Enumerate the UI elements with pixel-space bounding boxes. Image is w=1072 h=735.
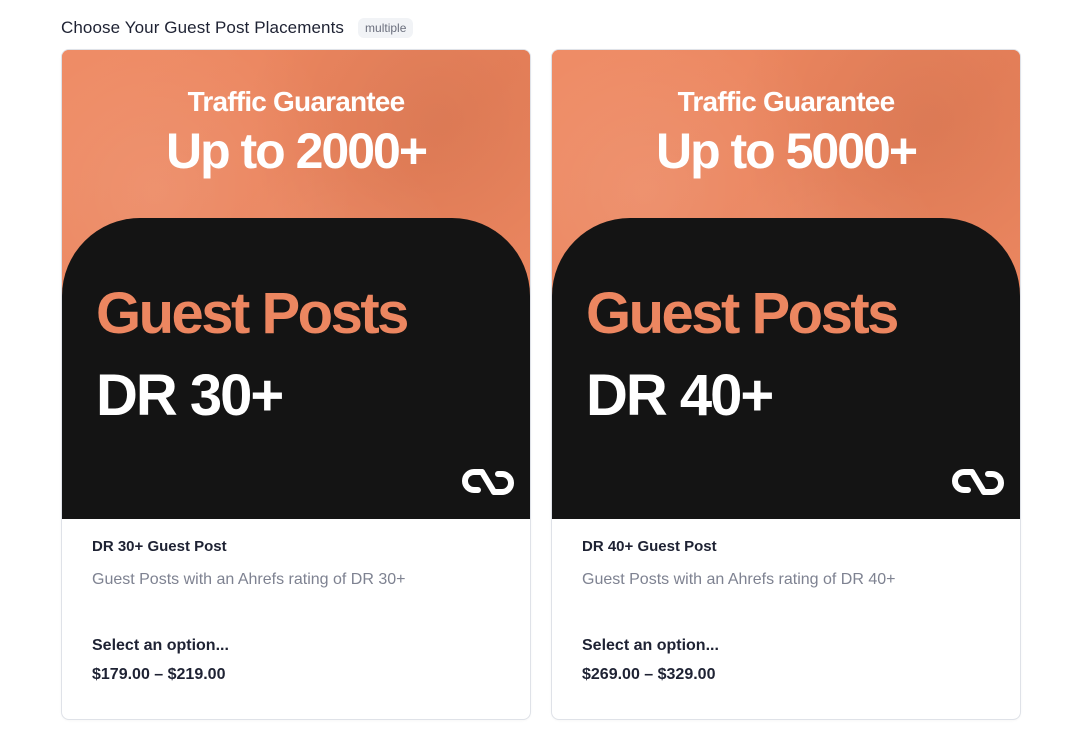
- product-image[interactable]: Traffic Guarantee Up to 5000+ Guest Post…: [552, 50, 1020, 519]
- product-card-dr40[interactable]: Traffic Guarantee Up to 5000+ Guest Post…: [551, 49, 1021, 720]
- product-title[interactable]: DR 30+ Guest Post: [92, 538, 227, 555]
- product-description: Guest Posts with an Ahrefs rating of DR …: [582, 571, 896, 588]
- traffic-value: Up to 2000+: [165, 123, 428, 179]
- section-title: Choose Your Guest Post Placements: [61, 18, 345, 37]
- product-description: Guest Posts with an Ahrefs rating of DR …: [92, 571, 406, 588]
- banner-headline: Guest Posts: [586, 281, 899, 346]
- banner-dr-label: DR 40+: [586, 363, 774, 428]
- price-range: $269.00 – $329.00: [582, 666, 716, 683]
- select-option-link[interactable]: Select an option...: [92, 637, 229, 655]
- banner-headline: Guest Posts: [96, 281, 409, 346]
- traffic-value: Up to 5000+: [655, 123, 918, 179]
- section-header: Choose Your Guest Post Placements multip…: [61, 18, 414, 38]
- product-title[interactable]: DR 40+ Guest Post: [582, 538, 717, 555]
- link-icon: [952, 469, 1004, 495]
- card-body: DR 40+ Guest Post Guest Posts with an Ah…: [552, 519, 1020, 719]
- traffic-label: Traffic Guarantee: [187, 86, 406, 117]
- traffic-label: Traffic Guarantee: [677, 86, 896, 117]
- card-body: DR 30+ Guest Post Guest Posts with an Ah…: [62, 519, 530, 719]
- link-icon: [462, 469, 514, 495]
- product-image[interactable]: Traffic Guarantee Up to 2000+ Guest Post…: [62, 50, 530, 519]
- banner-dr-label: DR 30+: [96, 363, 284, 428]
- select-option-link[interactable]: Select an option...: [582, 637, 719, 655]
- product-card-dr30[interactable]: Traffic Guarantee Up to 2000+ Guest Post…: [61, 49, 531, 720]
- price-range: $179.00 – $219.00: [92, 666, 226, 683]
- multiple-badge: multiple: [358, 18, 414, 38]
